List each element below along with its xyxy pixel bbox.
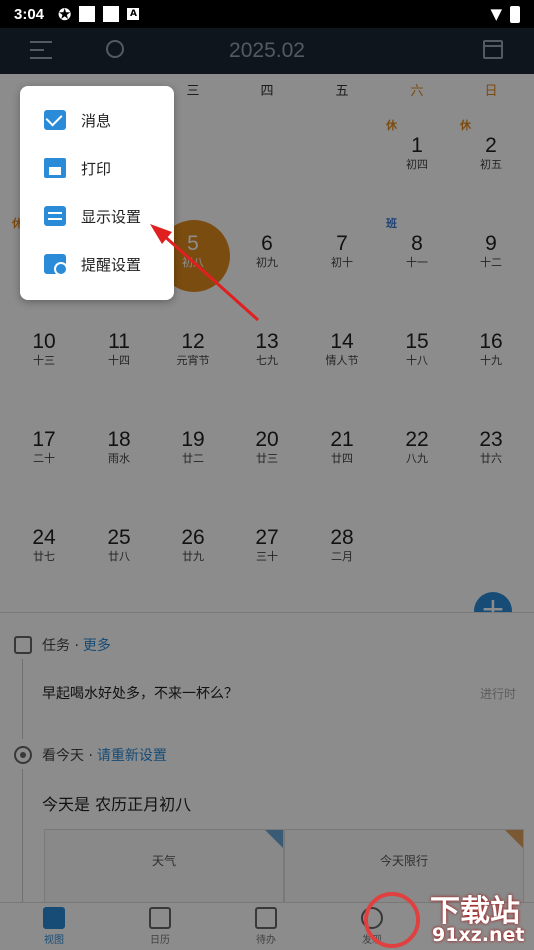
reminder-calendar-icon [44, 254, 68, 276]
menu-item-display-settings[interactable]: 显示设置 [20, 192, 174, 240]
status-time: 3:04 [14, 5, 45, 23]
status-notification-icon [79, 6, 96, 22]
mail-icon [44, 110, 66, 130]
printer-icon [44, 158, 66, 178]
status-notification-icon [103, 6, 120, 22]
status-app-icon: ✪ [58, 4, 72, 24]
menu-item-reminder-settings[interactable]: 提醒设置 [20, 240, 174, 288]
wifi-icon: ▼ [490, 5, 502, 23]
battery-icon [510, 5, 520, 23]
watermark-site: 91xz.net [432, 924, 525, 946]
watermark-logo [364, 892, 420, 948]
menu-item-messages[interactable]: 消息 [20, 96, 174, 144]
watermark: 下载站 91xz.net [360, 886, 530, 950]
popup-menu: 消息 打印 显示设置 提醒设置 [20, 86, 174, 300]
status-bar: 3:04 ✪ A ▼ [0, 0, 534, 28]
status-right: ▼ [490, 5, 520, 23]
menu-item-print[interactable]: 打印 [20, 144, 174, 192]
status-a-icon: A [127, 8, 140, 20]
display-settings-icon [44, 206, 66, 226]
